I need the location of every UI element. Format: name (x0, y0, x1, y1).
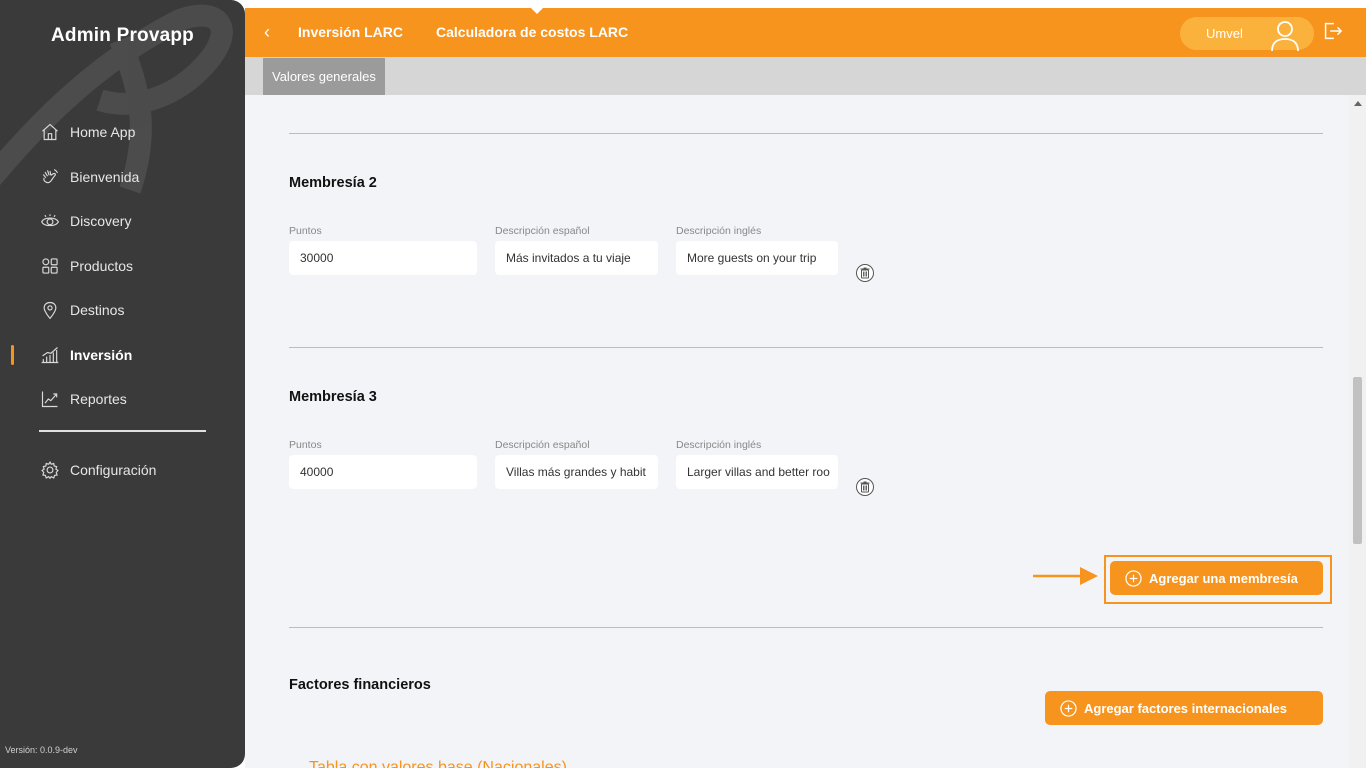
desc-en-label: Descripción inglés (676, 439, 762, 451)
sidebar-item-reportes[interactable]: Reportes (0, 377, 245, 422)
chevron-left-icon: ‹ (264, 21, 270, 42)
delete-membership-3-button[interactable] (855, 477, 875, 497)
section-divider (289, 133, 1323, 134)
logout-button[interactable] (1321, 20, 1343, 42)
grid-icon (39, 255, 61, 277)
sidebar-item-label: Discovery (70, 213, 132, 230)
sidebar-divider (39, 430, 206, 432)
points-input[interactable]: 40000 (289, 455, 477, 489)
desc-en-label: Descripción inglés (676, 225, 762, 237)
section-divider (289, 347, 1323, 348)
back-button[interactable]: ‹ (257, 22, 277, 42)
membership-3-title: Membresía 3 (289, 389, 377, 405)
sidebar-nav: Home App Bienvenida Discovery Productos … (0, 110, 245, 422)
section-divider (289, 627, 1323, 628)
scroll-up-arrow-icon[interactable] (1354, 101, 1362, 106)
base-values-table-link[interactable]: Tabla con valores base (Nacionales) (309, 759, 567, 768)
map-pin-icon (39, 299, 61, 321)
sidebar-item-label: Bienvenida (70, 168, 140, 185)
sidebar-item-discovery[interactable]: Discovery (0, 199, 245, 244)
add-membership-button[interactable]: Agregar una membresía (1110, 561, 1323, 595)
subtab-bar: Valores generales (245, 57, 1366, 95)
desc-es-input[interactable]: Villas más grandes y habit (495, 455, 658, 489)
trash-icon (856, 478, 874, 496)
trash-icon (856, 264, 874, 282)
desc-en-input[interactable]: Larger villas and better roo (676, 455, 838, 489)
main-content: Membresía 2 Puntos Descripción español D… (245, 95, 1349, 768)
breadcrumb-inversion-larc[interactable]: Inversión LARC (298, 24, 403, 40)
user-name: Umvel (1206, 26, 1243, 41)
sidebar-item-label: Home App (70, 124, 136, 141)
points-label: Puntos (289, 225, 322, 237)
header-notch (530, 7, 544, 14)
home-icon (39, 121, 61, 143)
sidebar-item-destinos[interactable]: Destinos (0, 288, 245, 333)
sidebar-item-inversion[interactable]: Inversión (0, 333, 245, 378)
sidebar-item-label: Destinos (70, 302, 125, 319)
add-membership-label: Agregar una membresía (1149, 570, 1298, 586)
add-international-factors-label: Agregar factores internacionales (1084, 700, 1288, 716)
scrollbar-thumb[interactable] (1353, 377, 1362, 544)
sidebar: Admin Provapp Home App Bienvenida Discov… (0, 0, 245, 768)
desc-es-label: Descripción español (495, 225, 590, 237)
bar-chart-icon (39, 344, 61, 366)
sidebar-item-label: Configuración (70, 462, 157, 479)
line-chart-icon (39, 388, 61, 410)
desc-es-input[interactable]: Más invitados a tu viaje (495, 241, 658, 275)
points-label: Puntos (289, 439, 322, 451)
sidebar-item-productos[interactable]: Productos (0, 244, 245, 289)
sidebar-item-bienvenida[interactable]: Bienvenida (0, 155, 245, 200)
app-title: Admin Provapp (50, 25, 194, 46)
annotation-arrow-icon (1033, 567, 1098, 585)
sidebar-item-label: Reportes (70, 391, 127, 408)
add-international-factors-button[interactable]: Agregar factores internacionales (1045, 691, 1323, 725)
breadcrumb-calculadora[interactable]: Calculadora de costos LARC (436, 24, 628, 40)
user-avatar-icon (1268, 18, 1302, 52)
sidebar-item-home-app[interactable]: Home App (0, 110, 245, 155)
top-header: ‹ Inversión LARC Calculadora de costos L… (245, 7, 1366, 57)
delete-membership-2-button[interactable] (855, 263, 875, 283)
sidebar-item-configuracion[interactable]: Configuración (0, 448, 245, 493)
user-menu-button[interactable]: Umvel (1180, 17, 1314, 52)
gear-icon (39, 459, 61, 481)
plus-circle-icon (1125, 569, 1142, 587)
logout-icon (1324, 22, 1343, 40)
page-scrollbar[interactable] (1349, 95, 1366, 768)
sidebar-config-group: Configuración (0, 448, 245, 493)
tab-valores-generales[interactable]: Valores generales (263, 58, 385, 95)
points-input[interactable]: 30000 (289, 241, 477, 275)
desc-es-label: Descripción español (495, 439, 590, 451)
sidebar-item-label: Productos (70, 257, 134, 274)
plus-circle-icon (1060, 699, 1077, 717)
sidebar-item-label: Inversión (70, 346, 133, 363)
app-version: Versión: 0.0.9-dev (5, 745, 78, 755)
membership-2-title: Membresía 2 (289, 175, 377, 191)
financial-factors-title: Factores financieros (289, 677, 431, 693)
hand-wave-icon (39, 166, 61, 188)
eye-icon (39, 210, 61, 232)
desc-en-input[interactable]: More guests on your trip (676, 241, 838, 275)
